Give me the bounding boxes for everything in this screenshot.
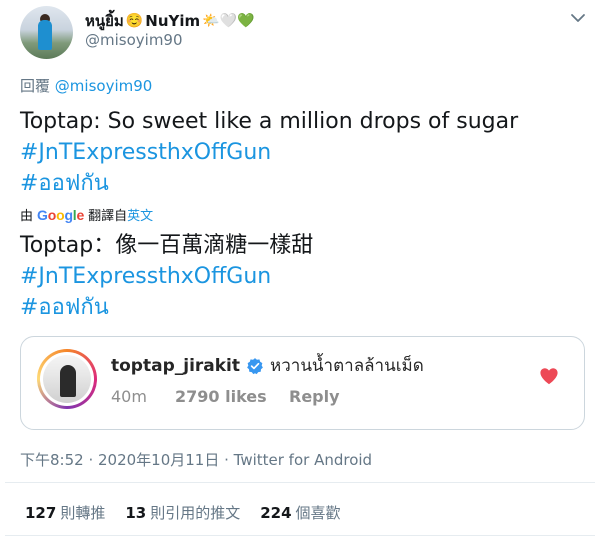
google-letter: G [37, 206, 48, 223]
hashtag-link[interactable]: #ออฟกัน [20, 292, 313, 323]
retweets-label: 則轉推 [60, 504, 106, 522]
avatar-photo [43, 355, 91, 403]
verified-badge-icon [247, 357, 263, 374]
retweets-count: 127 [25, 504, 57, 522]
retweets-stat[interactable]: 127 則轉推 [25, 502, 105, 523]
likes-label: 個喜歡 [295, 504, 341, 522]
hashtag-link[interactable]: #JnTExpressthxOffGun [20, 137, 518, 168]
avatar-figure [38, 20, 52, 50]
embedded-media-card[interactable]: toptap_jirakit หวานน้ำตาลล้านเม็ด 40m 27… [20, 336, 585, 430]
avatar-ring-gap [40, 352, 94, 406]
likes-count: 224 [260, 504, 292, 522]
author-username[interactable]: @misoyim90 [85, 31, 183, 49]
comment-reply-button[interactable]: Reply [289, 387, 340, 406]
translated-line: Toptap：像一百萬滴糖一樣甜 [20, 233, 314, 258]
likes-stat[interactable]: 224 個喜歡 [260, 502, 340, 523]
smile-emoji: ☺️ [125, 13, 144, 29]
chevron-down-icon[interactable] [568, 8, 588, 28]
comment-time: 40m [111, 387, 147, 406]
tweet-text: Toptap: So sweet like a million drops of… [20, 106, 518, 199]
google-letter: o [47, 206, 57, 223]
source-language-link[interactable]: 英文 [127, 205, 153, 224]
display-name-suffix: NuYim [145, 12, 201, 30]
replying-to: 回覆 @misoyim90 [20, 75, 152, 96]
translated-from-label: 翻譯自 [88, 209, 128, 224]
comment-header: toptap_jirakit หวานน้ำตาลล้านเม็ด [111, 352, 424, 379]
hashtag-link[interactable]: #ออฟกัน [20, 168, 518, 199]
heart-icon[interactable] [539, 367, 559, 385]
instagram-avatar[interactable] [37, 349, 97, 409]
divider [5, 482, 595, 483]
tweet-line: Toptap: So sweet like a million drops of… [20, 109, 519, 134]
comment-text: หวานน้ำตาลล้านเม็ด [270, 356, 424, 376]
translated-by-label: 由 [20, 209, 34, 224]
translated-text: Toptap：像一百萬滴糖一樣甜 #JnTExpressthxOffGun #อ… [20, 230, 313, 323]
hashtag-link[interactable]: #JnTExpressthxOffGun [20, 261, 313, 292]
comment-meta: 40m 2790 likes Reply [111, 387, 340, 406]
reply-prefix: 回覆 [20, 77, 51, 95]
translation-attribution: 由 Google 翻譯自 英文 [20, 205, 153, 225]
quotes-count: 13 [125, 504, 147, 522]
comment-likes[interactable]: 2790 likes [175, 387, 289, 406]
author-display-name[interactable]: หนูยิ้ม ☺️ NuYim 🌤️🤍💚 [85, 9, 254, 33]
tweet-timestamp[interactable]: 下午8:52 · 2020年10月11日 · Twitter for Andro… [20, 449, 372, 470]
quotes-label: 則引用的推文 [150, 504, 241, 522]
author-avatar[interactable] [20, 6, 73, 59]
google-letter: g [64, 206, 73, 223]
display-name-text: หนูยิ้ม [85, 12, 124, 30]
weather-heart-emojis: 🌤️🤍💚 [202, 13, 255, 29]
google-logo: Google [37, 207, 84, 223]
reply-handle-link[interactable]: @misoyim90 [55, 77, 153, 95]
google-letter: e [76, 206, 85, 223]
avatar-person [60, 365, 76, 397]
tweet-stats: 127 則轉推 13 則引用的推文 224 個喜歡 [25, 502, 361, 523]
comment-username[interactable]: toptap_jirakit [111, 356, 240, 376]
quotes-stat[interactable]: 13 則引用的推文 [125, 502, 240, 523]
